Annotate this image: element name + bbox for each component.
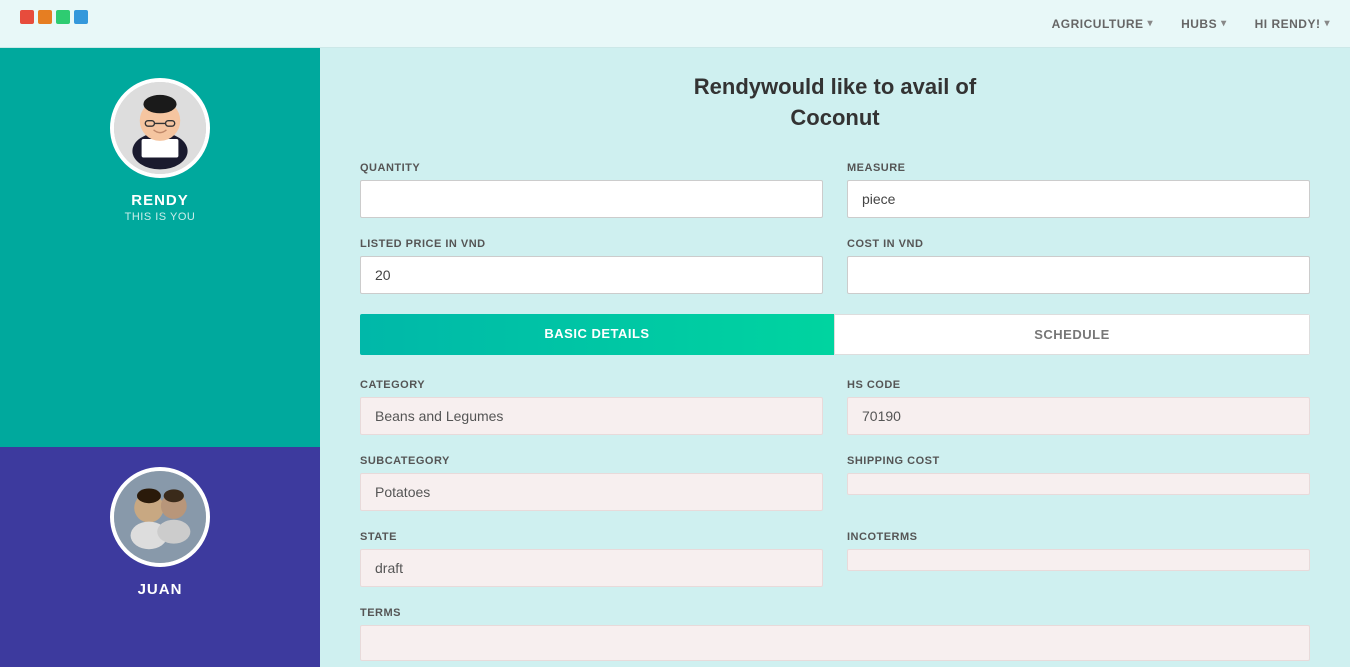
hscode-label: HS CODE [847, 379, 1310, 391]
nav-hubs-label: HUBS [1181, 17, 1217, 31]
category-label: CATEGORY [360, 379, 823, 391]
category-value: Beans and Legumes [360, 397, 823, 435]
nav-user[interactable]: HI RENDY! ▾ [1255, 17, 1330, 31]
nav-agriculture[interactable]: AGRICULTURE ▾ [1052, 17, 1153, 31]
measure-group: MEASURE [847, 162, 1310, 218]
chevron-down-icon: ▾ [1324, 18, 1330, 29]
page-title: Rendywould like to avail of Coconut [360, 72, 1310, 134]
shipping-cost-group: SHIPPING COST [847, 455, 1310, 511]
listed-price-label: LISTED PRICE IN VND [360, 238, 823, 250]
nav-right: AGRICULTURE ▾ HUBS ▾ HI RENDY! ▾ [1052, 17, 1330, 31]
incoterms-group: INCOTERMS [847, 531, 1310, 587]
subcategory-shipping-row: SUBCATEGORY Potatoes SHIPPING COST [360, 455, 1310, 511]
cost-group: COST IN VND [847, 238, 1310, 294]
avatar-rendy [110, 78, 210, 178]
tab-basic-details[interactable]: BASIC DETAILS [360, 314, 834, 355]
hscode-value: 70190 [847, 397, 1310, 435]
state-value: draft [360, 549, 823, 587]
measure-label: MEASURE [847, 162, 1310, 174]
subcategory-value: Potatoes [360, 473, 823, 511]
state-group: STATE draft [360, 531, 823, 587]
nav-user-label: HI RENDY! [1255, 17, 1321, 31]
tab-schedule[interactable]: SCHEDULE [834, 314, 1310, 355]
cost-input[interactable] [847, 256, 1310, 294]
quantity-label: QUANTITY [360, 162, 823, 174]
listed-price-group: LISTED PRICE IN VND [360, 238, 823, 294]
main-layout: RENDY THIS IS YOU JUAN [0, 48, 1350, 667]
shipping-cost-label: SHIPPING COST [847, 455, 1310, 467]
rendy-subtitle: THIS IS YOU [125, 211, 196, 223]
main-content: Rendywould like to avail of Coconut QUAN… [320, 48, 1350, 667]
hscode-group: HS CODE 70190 [847, 379, 1310, 435]
sidebar: RENDY THIS IS YOU JUAN [0, 48, 320, 667]
logo-orange [38, 10, 52, 24]
state-label: STATE [360, 531, 823, 543]
quantity-group: QUANTITY [360, 162, 823, 218]
category-hscode-row: CATEGORY Beans and Legumes HS CODE 70190 [360, 379, 1310, 435]
sidebar-top-section: RENDY THIS IS YOU [0, 48, 320, 447]
nav-agriculture-label: AGRICULTURE [1052, 17, 1144, 31]
top-navigation: AGRICULTURE ▾ HUBS ▾ HI RENDY! ▾ [0, 0, 1350, 48]
chevron-down-icon: ▾ [1148, 18, 1154, 29]
shipping-cost-value [847, 473, 1310, 495]
category-group: CATEGORY Beans and Legumes [360, 379, 823, 435]
subcategory-group: SUBCATEGORY Potatoes [360, 455, 823, 511]
cost-label: COST IN VND [847, 238, 1310, 250]
terms-value [360, 625, 1310, 661]
subcategory-label: SUBCATEGORY [360, 455, 823, 467]
listed-price-input[interactable] [360, 256, 823, 294]
terms-row: TERMS [360, 607, 1310, 661]
measure-input[interactable] [847, 180, 1310, 218]
chevron-down-icon: ▾ [1221, 18, 1227, 29]
sidebar-bottom-section: JUAN [0, 447, 320, 667]
logo-green [56, 10, 70, 24]
price-cost-row: LISTED PRICE IN VND COST IN VND [360, 238, 1310, 294]
incoterms-label: INCOTERMS [847, 531, 1310, 543]
terms-label: TERMS [360, 607, 1310, 619]
quantity-measure-row: QUANTITY MEASURE [360, 162, 1310, 218]
terms-group: TERMS [360, 607, 1310, 661]
juan-name: JUAN [138, 581, 183, 598]
logo[interactable] [20, 10, 88, 38]
nav-hubs[interactable]: HUBS ▾ [1181, 17, 1227, 31]
logo-blue [74, 10, 88, 24]
avatar-juan [110, 467, 210, 567]
rendy-name: RENDY [131, 192, 189, 209]
tabs: BASIC DETAILS SCHEDULE [360, 314, 1310, 355]
logo-red [20, 10, 34, 24]
quantity-input[interactable] [360, 180, 823, 218]
incoterms-value [847, 549, 1310, 571]
state-incoterms-row: STATE draft INCOTERMS [360, 531, 1310, 587]
